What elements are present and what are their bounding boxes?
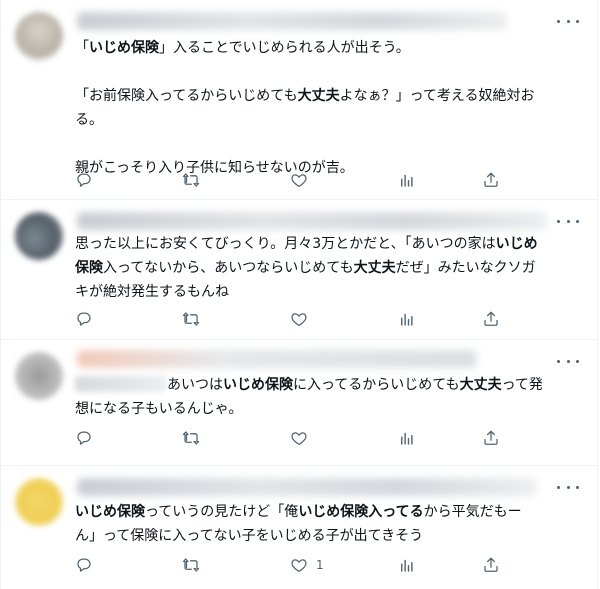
more-icon[interactable] <box>557 14 579 28</box>
reply-feed: 「いじめ保険」入ることでいじめられる人が出そう。 「お前保険入ってるからいじめても… <box>0 0 600 589</box>
text-segment: キが絶対発生するもんね <box>75 284 229 300</box>
avatar[interactable] <box>15 212 63 260</box>
retweet-button[interactable] <box>182 428 200 448</box>
tweet-1[interactable]: 「いじめ保険」入ることでいじめられる人が出そう。「お前保険入ってるからいじめても… <box>0 0 598 200</box>
highlighted-keyword: 保険 <box>75 260 103 276</box>
more-icon[interactable] <box>557 214 579 228</box>
avatar[interactable] <box>15 352 63 400</box>
tweet-paragraph: 「いじめ保険」入ることでいじめられる人が出そう。 <box>75 36 579 60</box>
text-segment: あいつは <box>167 377 223 393</box>
text-segment: よなぁ？」って考える奴絶対お <box>339 88 535 104</box>
share-icon <box>484 557 498 572</box>
reply-button[interactable] <box>75 428 93 448</box>
more-icon[interactable] <box>557 480 579 494</box>
text-segment: から平気だもー <box>423 504 522 520</box>
highlighted-keyword: 大丈夫 <box>353 260 396 276</box>
share-button[interactable] <box>482 170 500 190</box>
author-name-blurred[interactable] <box>77 350 477 368</box>
more-icon[interactable] <box>557 354 579 368</box>
action-bar <box>75 170 505 190</box>
share-button[interactable] <box>482 555 500 575</box>
tweet-text: 思った以上にお安くてびっくり。月々3万とかだと、「あいつの家はいじめ保険入ってな… <box>75 232 579 304</box>
share-button[interactable] <box>482 309 500 329</box>
text-segment: 」入ることでいじめられる人が出そう。 <box>159 40 410 56</box>
text-segment: ん」って保険に入ってない子をいじめる子が出てきそう <box>75 528 424 544</box>
highlighted-keyword: いじめ保険 <box>223 377 293 393</box>
tweet-2[interactable]: 思った以上にお安くてびっくり。月々3万とかだと、「あいつの家はいじめ保険入ってな… <box>0 200 598 340</box>
views-button[interactable] <box>398 555 416 575</box>
text-segment: 入ってないから、あいつならいじめても <box>103 260 354 276</box>
author-name-blurred[interactable] <box>77 212 547 230</box>
text-segment: って発 <box>501 377 543 393</box>
views-button[interactable] <box>398 309 416 329</box>
author-name-blurred[interactable] <box>77 12 507 30</box>
views-icon <box>401 432 413 445</box>
like-button[interactable] <box>290 170 308 190</box>
tweet-4[interactable]: いじめ保険っていうの見たけど「俺いじめ保険入ってるから平気だもーん」って保険に入… <box>0 466 598 589</box>
retweet-button[interactable] <box>182 170 200 190</box>
share-icon <box>484 172 498 187</box>
tweet-paragraph: あいつはいじめ保険に入ってるからいじめても大丈夫って発想になる子もいるんじゃ。 <box>75 373 579 421</box>
views-button[interactable] <box>398 428 416 448</box>
tweet-paragraph: 思った以上にお安くてびっくり。月々3万とかだと、「あいつの家はいじめ保険入ってな… <box>75 232 579 304</box>
tweet-3[interactable]: あいつはいじめ保険に入ってるからいじめても大丈夫って発想になる子もいるんじゃ。 <box>0 340 598 466</box>
share-button[interactable] <box>482 428 500 448</box>
reply-button[interactable] <box>75 170 93 190</box>
tweet-text: あいつはいじめ保険に入ってるからいじめても大丈夫って発想になる子もいるんじゃ。 <box>75 373 579 421</box>
retweet-icon <box>182 558 200 572</box>
views-icon <box>401 313 413 326</box>
text-segment: る。 <box>75 112 103 128</box>
like-count: 1 <box>316 558 324 572</box>
text-segment: っていうの見たけど「俺 <box>145 504 299 520</box>
text-segment: だぜ」みたいなクソガ <box>395 260 536 276</box>
reply-icon <box>77 312 91 326</box>
highlighted-keyword: 大丈夫 <box>459 377 502 393</box>
reply-icon <box>77 431 91 445</box>
author-name-blurred[interactable] <box>77 478 537 496</box>
share-icon <box>484 311 498 326</box>
action-bar: 1 <box>75 555 505 575</box>
like-button[interactable]: 1 <box>290 555 324 575</box>
like-icon <box>291 559 307 573</box>
tweet-paragraph: 「お前保険入ってるからいじめても大丈夫よなぁ？」って考える奴絶対おる。 <box>75 84 579 132</box>
views-icon <box>401 559 413 572</box>
action-bar <box>75 428 505 448</box>
reply-button[interactable] <box>75 555 93 575</box>
text-segment: 「 <box>75 40 89 56</box>
mention-blurred[interactable] <box>75 376 167 392</box>
highlighted-keyword: いじめ保険 <box>75 504 145 520</box>
like-icon <box>291 313 307 327</box>
avatar[interactable] <box>15 478 63 526</box>
like-button[interactable] <box>290 428 308 448</box>
views-button[interactable] <box>398 170 416 190</box>
like-icon <box>291 432 307 446</box>
reply-icon <box>77 558 91 572</box>
retweet-button[interactable] <box>182 309 200 329</box>
text-segment: に入ってるからいじめても <box>293 377 460 393</box>
retweet-icon <box>182 173 200 187</box>
reply-icon <box>77 173 91 187</box>
text-segment: 「お前保険入ってるからいじめても <box>75 88 298 104</box>
tweet-text: いじめ保険っていうの見たけど「俺いじめ保険入ってるから平気だもーん」って保険に入… <box>75 500 579 548</box>
text-segment: 想になる子もいるんじゃ。 <box>75 401 243 417</box>
text-segment: 思った以上にお安くてびっくり。月々3万とかだと、「あいつの家は <box>75 236 496 252</box>
share-icon <box>484 430 498 445</box>
highlighted-keyword: いじめ保険入ってる <box>298 504 424 520</box>
retweet-icon <box>182 312 200 326</box>
highlighted-keyword: 大丈夫 <box>297 88 340 104</box>
reply-button[interactable] <box>75 309 93 329</box>
action-bar <box>75 309 505 329</box>
tweet-paragraph: いじめ保険っていうの見たけど「俺いじめ保険入ってるから平気だもーん」って保険に入… <box>75 500 579 548</box>
highlighted-keyword: いじめ <box>495 236 538 252</box>
retweet-button[interactable] <box>182 555 200 575</box>
views-icon <box>401 174 413 187</box>
like-button[interactable] <box>290 309 308 329</box>
like-icon <box>291 174 307 188</box>
tweet-text: 「いじめ保険」入ることでいじめられる人が出そう。「お前保険入ってるからいじめても… <box>75 36 579 180</box>
retweet-icon <box>182 431 200 445</box>
avatar[interactable] <box>15 12 63 60</box>
highlighted-keyword: いじめ保険 <box>89 40 159 56</box>
